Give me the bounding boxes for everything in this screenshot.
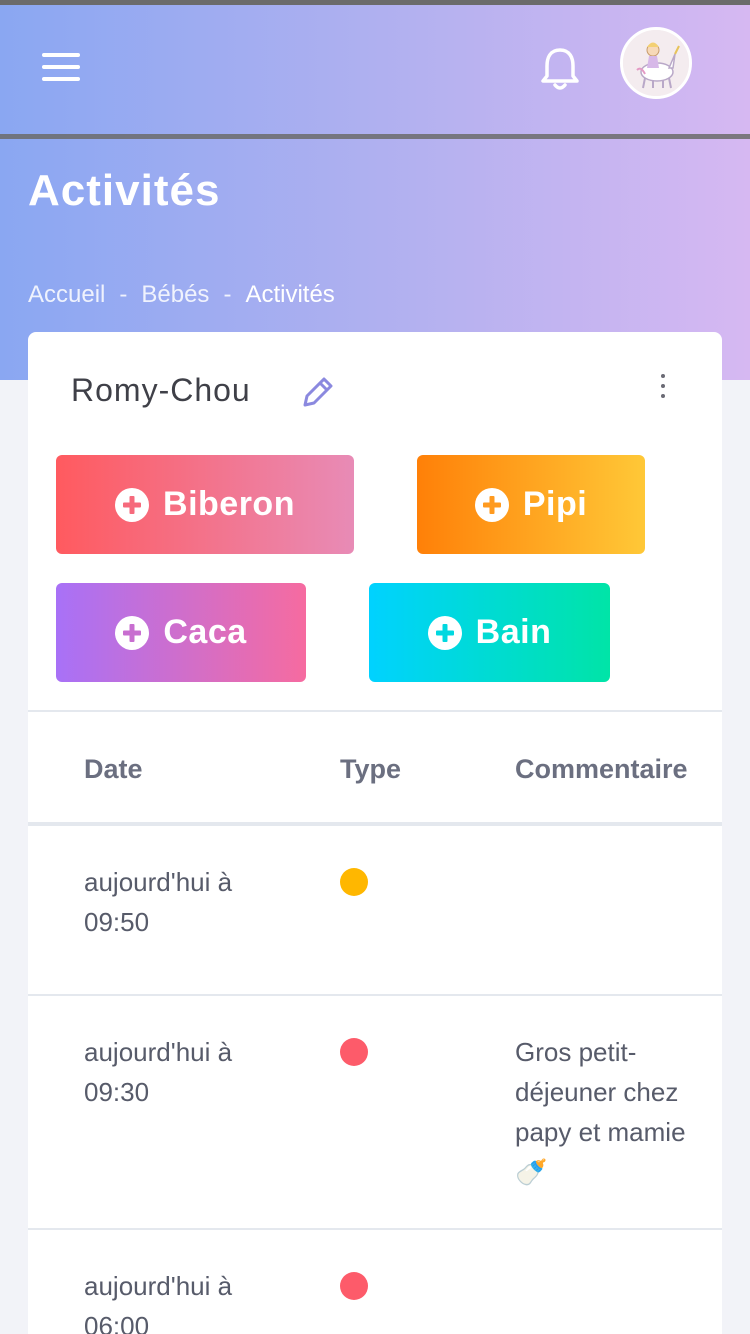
- breadcrumb-babies[interactable]: Bébés: [141, 281, 209, 309]
- activities-card: Romy-Chou Biberon Pipi Caca Bain Date Ty…: [28, 332, 722, 1334]
- plus-circle-icon: [115, 487, 150, 522]
- column-header-type[interactable]: Type: [340, 754, 401, 785]
- row-date: aujourd'hui à 09:30: [84, 1037, 233, 1107]
- breadcrumb-home[interactable]: Accueil: [28, 281, 105, 309]
- plus-circle-icon: [427, 615, 462, 650]
- type-dot: [340, 868, 368, 896]
- status-bar-line: [0, 0, 750, 5]
- breadcrumb-current: Activités: [245, 281, 335, 308]
- column-header-comment[interactable]: Commentaire: [515, 754, 688, 785]
- page-title: Activités: [28, 166, 221, 215]
- avatar[interactable]: [620, 27, 692, 99]
- type-dot: [340, 1038, 368, 1066]
- more-vertical-icon[interactable]: [651, 374, 675, 408]
- table-row[interactable]: aujourd'hui à 09:30 Gros petit-déjeuner …: [28, 996, 722, 1230]
- add-pipi-button[interactable]: Pipi: [417, 455, 645, 554]
- type-dot: [340, 1272, 368, 1300]
- row-comment: Gros petit-déjeuner chez papy et mamie 🍼: [515, 1037, 686, 1187]
- app-page: Activités Accueil - Bébés - Activités Ro…: [0, 0, 750, 1334]
- row-date: aujourd'hui à 09:50: [84, 867, 233, 937]
- button-label: Bain: [475, 613, 552, 651]
- plus-circle-icon: [474, 487, 509, 522]
- button-label: Caca: [163, 613, 247, 651]
- breadcrumb: Accueil - Bébés - Activités: [28, 281, 335, 309]
- bell-icon[interactable]: [538, 46, 582, 92]
- add-caca-button[interactable]: Caca: [56, 583, 306, 682]
- hamburger-icon[interactable]: [42, 53, 80, 85]
- baby-name: Romy-Chou: [71, 372, 251, 408]
- button-label: Pipi: [522, 485, 588, 523]
- breadcrumb-separator: -: [119, 281, 128, 308]
- breadcrumb-separator: -: [223, 281, 232, 308]
- unicorn-avatar-icon: [623, 30, 689, 96]
- activities-table: Date Type Commentaire aujourd'hui à 09:5…: [28, 710, 722, 1334]
- add-bain-button[interactable]: Bain: [369, 583, 610, 682]
- row-date: aujourd'hui à 06:00: [84, 1271, 233, 1334]
- table-row[interactable]: aujourd'hui à 09:50: [28, 826, 722, 996]
- plus-circle-icon: [115, 615, 150, 650]
- column-header-date[interactable]: Date: [84, 754, 143, 785]
- table-header: Date Type Commentaire: [28, 710, 722, 826]
- table-row[interactable]: aujourd'hui à 06:00: [28, 1230, 722, 1334]
- add-biberon-button[interactable]: Biberon: [56, 455, 354, 554]
- button-label: Biberon: [163, 485, 295, 523]
- navbar-separator: [0, 134, 750, 139]
- card-header: Romy-Chou Biberon Pipi Caca Bain: [28, 332, 722, 710]
- pencil-icon[interactable]: [298, 374, 336, 412]
